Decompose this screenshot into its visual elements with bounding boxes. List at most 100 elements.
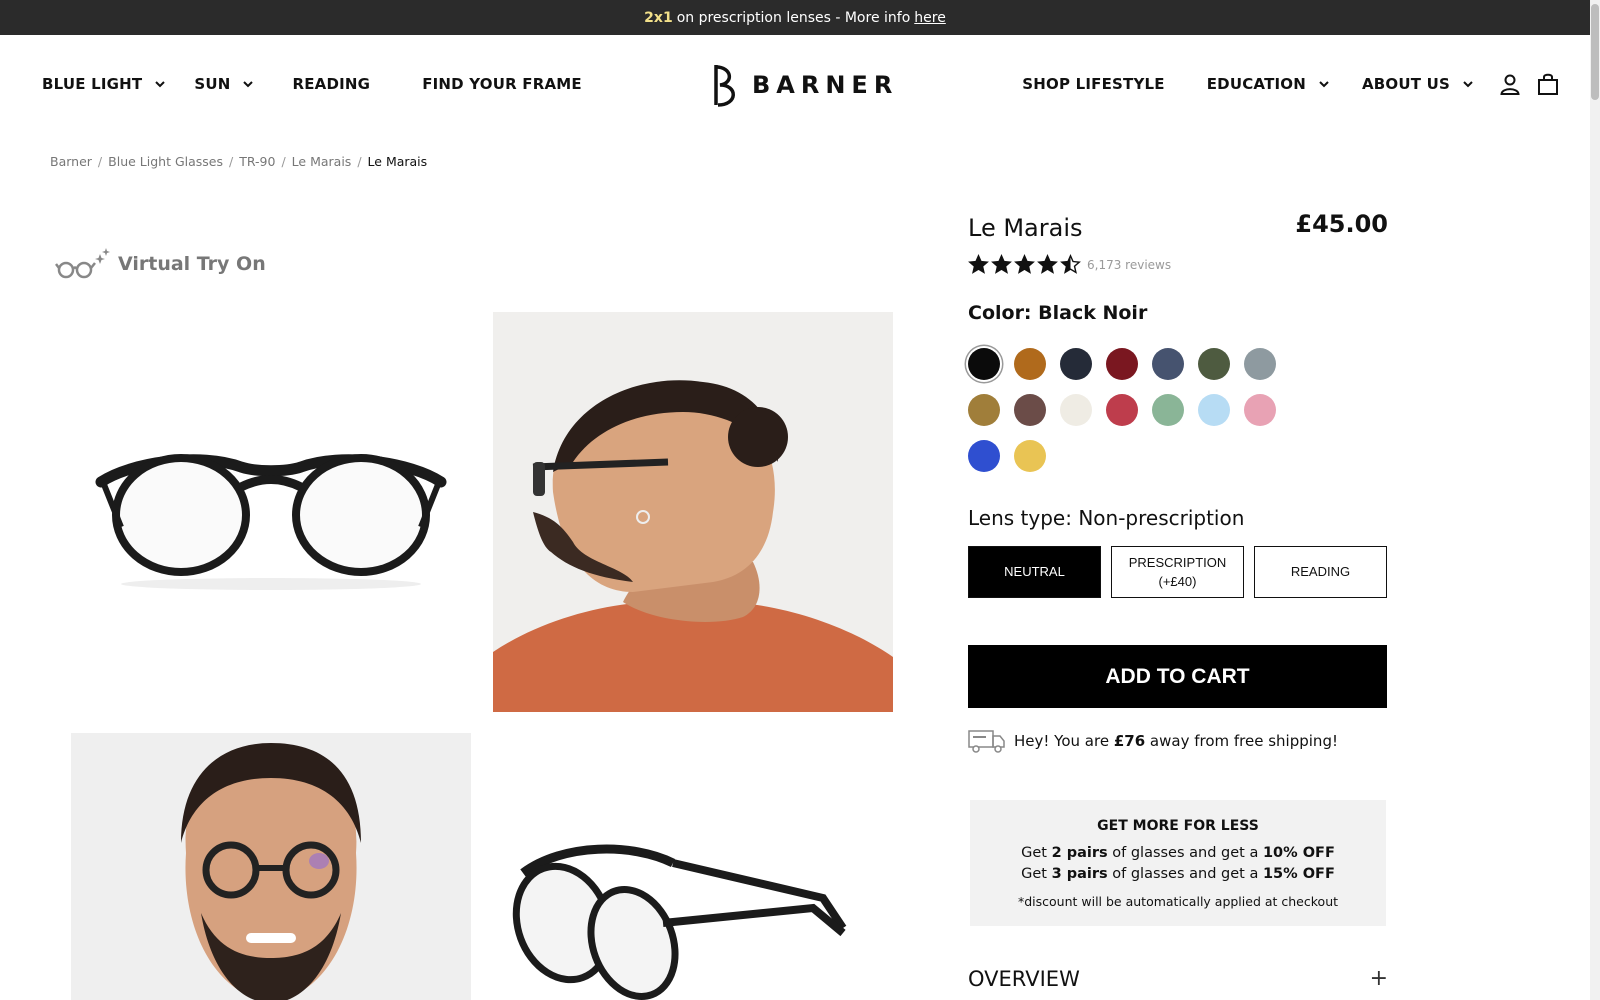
lens-option-reading[interactable]: READING [1254,546,1387,598]
color-swatch[interactable] [968,348,1000,380]
color-swatch[interactable] [968,394,1000,426]
promo-text: Get [1021,866,1047,882]
shipping-text-after: away from free shipping! [1149,732,1338,750]
glasses-front-illustration [95,454,447,590]
barner-logo[interactable]: BARNER [712,63,898,107]
breadcrumb-link[interactable]: TR-90 [239,154,275,169]
delivery-truck-icon [968,730,1005,753]
nav-find-your-frame-label: FIND YOUR FRAME [422,75,582,93]
lens-option-label: PRESCRIPTION [1128,554,1227,570]
lens-option-neutral[interactable]: NEUTRAL [968,546,1101,598]
nav-about-us[interactable]: ABOUT US [1362,75,1474,93]
chevron-down-icon [1319,81,1329,88]
breadcrumb-separator: / [281,154,286,169]
nav-reading-label: READING [292,75,371,93]
lens-option-prescription[interactable]: PRESCRIPTION (+£40) [1111,546,1244,598]
color-swatch[interactable] [1244,394,1276,426]
page-scrollbar[interactable] [1590,0,1600,1000]
promo-line-1: Get 2 pairs of glasses and get a 10% OFF [970,843,1386,864]
lens-type-label: Lens type: Non-prescription [968,506,1245,530]
reviews-count[interactable]: 6,173 reviews [1087,258,1171,272]
nav-reading[interactable]: READING [292,75,370,93]
breadcrumb: Barner / Blue Light Glasses / TR-90 / Le Ma… [50,154,427,169]
color-label: Color: Black Noir [968,302,1148,324]
nav-sun-label: SUN [194,75,231,93]
cart-icon[interactable] [1536,72,1560,96]
nav-blue-light-label: BLUE LIGHT [42,75,143,93]
overview-label: OVERVIEW [968,966,1080,991]
product-rating[interactable]: 6,173 reviews [968,254,1171,275]
logo-wordmark: BARNER [752,71,899,99]
star-icon [968,254,989,274]
star-icon [1060,254,1081,274]
breadcrumb-link[interactable]: Blue Light Glasses [108,154,223,169]
color-swatch[interactable] [1244,348,1276,380]
nav-sun[interactable]: SUN [194,75,254,93]
lens-type-options: NEUTRAL PRESCRIPTION (+£40) READING [968,546,1387,598]
promo-box: GET MORE FOR LESS Get 2 pairs of glasses… [970,800,1386,926]
virtual-try-on-button[interactable]: Virtual Try On [54,246,266,282]
color-swatch[interactable] [1014,348,1046,380]
model-front-photo[interactable] [71,733,471,1000]
promo-discount: 15% OFF [1262,866,1335,882]
shipping-text-before: Hey! You are [1014,732,1110,750]
color-swatch[interactable] [1014,440,1046,472]
chevron-down-icon [243,81,254,88]
lens-option-label: NEUTRAL [1004,564,1065,580]
scrollbar-thumb[interactable] [1591,4,1599,100]
chevron-down-icon [1463,81,1473,88]
primary-nav-right: SHOP LIFESTYLE EDUCATION ABOUT US [1022,35,1560,133]
nav-find-your-frame[interactable]: FIND YOUR FRAME [422,75,582,93]
primary-nav-left: BLUE LIGHT SUN READING FIND YOUR FRAME [42,35,582,133]
announcement-highlight: 2x1 [644,9,673,26]
promo-discount: 10% OFF [1262,845,1335,861]
virtual-try-on-label: Virtual Try On [118,253,266,275]
nav-education-label: EDUCATION [1206,75,1306,93]
promo-line-2: Get 3 pairs of glasses and get a 15% OFF [970,864,1386,885]
nav-blue-light[interactable]: BLUE LIGHT [42,75,166,93]
announcement-link[interactable]: here [914,10,946,26]
announcement-text: on prescription lenses - More info [676,9,911,26]
color-swatches [968,348,1288,472]
nav-education[interactable]: EDUCATION [1207,75,1330,93]
plus-icon: + [1369,966,1388,991]
color-swatch[interactable] [1106,394,1138,426]
breadcrumb-link[interactable]: Le Marais [292,154,352,169]
glasses-front-photo[interactable] [71,312,471,712]
model-front-illustration [71,733,471,1000]
promo-heading: GET MORE FOR LESS [1097,818,1259,834]
breadcrumb-link[interactable]: Barner [50,154,92,169]
color-swatch[interactable] [1198,394,1230,426]
lens-option-label: READING [1290,564,1351,580]
nav-shop-lifestyle-label: SHOP LIFESTYLE [1022,75,1165,93]
color-swatch[interactable] [1060,348,1092,380]
star-icon [1014,254,1035,274]
promo-note: *discount will be automatically applied … [1017,894,1339,909]
color-swatch[interactable] [1060,394,1092,426]
product-price: £45.00 [1295,210,1388,238]
announcement-bar: 2x1 on prescription lenses - More info h… [0,0,1590,35]
overview-accordion[interactable]: OVERVIEW + [968,966,1388,991]
nav-about-us-label: ABOUT US [1361,75,1450,93]
account-icon[interactable] [1498,72,1522,96]
promo-pairs: 2 pairs [1051,845,1108,861]
promo-text: of glasses and get a [1112,866,1259,882]
star-icon [1037,254,1058,274]
color-swatch[interactable] [1152,348,1184,380]
glasses-sparkle-icon [55,248,110,279]
breadcrumb-current: Le Marais [367,154,428,169]
color-swatch[interactable] [1152,394,1184,426]
breadcrumb-separator: / [229,154,234,169]
color-swatch[interactable] [968,440,1000,472]
add-to-cart-button[interactable]: ADD TO CART [968,645,1387,708]
product-title: Le Marais [968,214,1083,242]
model-profile-photo[interactable] [493,312,893,712]
nav-shop-lifestyle[interactable]: SHOP LIFESTYLE [1022,75,1164,93]
breadcrumb-separator: / [97,154,103,169]
color-swatch[interactable] [1106,348,1138,380]
breadcrumb-separator: / [357,154,362,169]
model-profile-illustration [493,312,893,712]
color-swatch[interactable] [1198,348,1230,380]
color-swatch[interactable] [1014,394,1046,426]
glasses-angle-photo[interactable] [493,733,893,1000]
